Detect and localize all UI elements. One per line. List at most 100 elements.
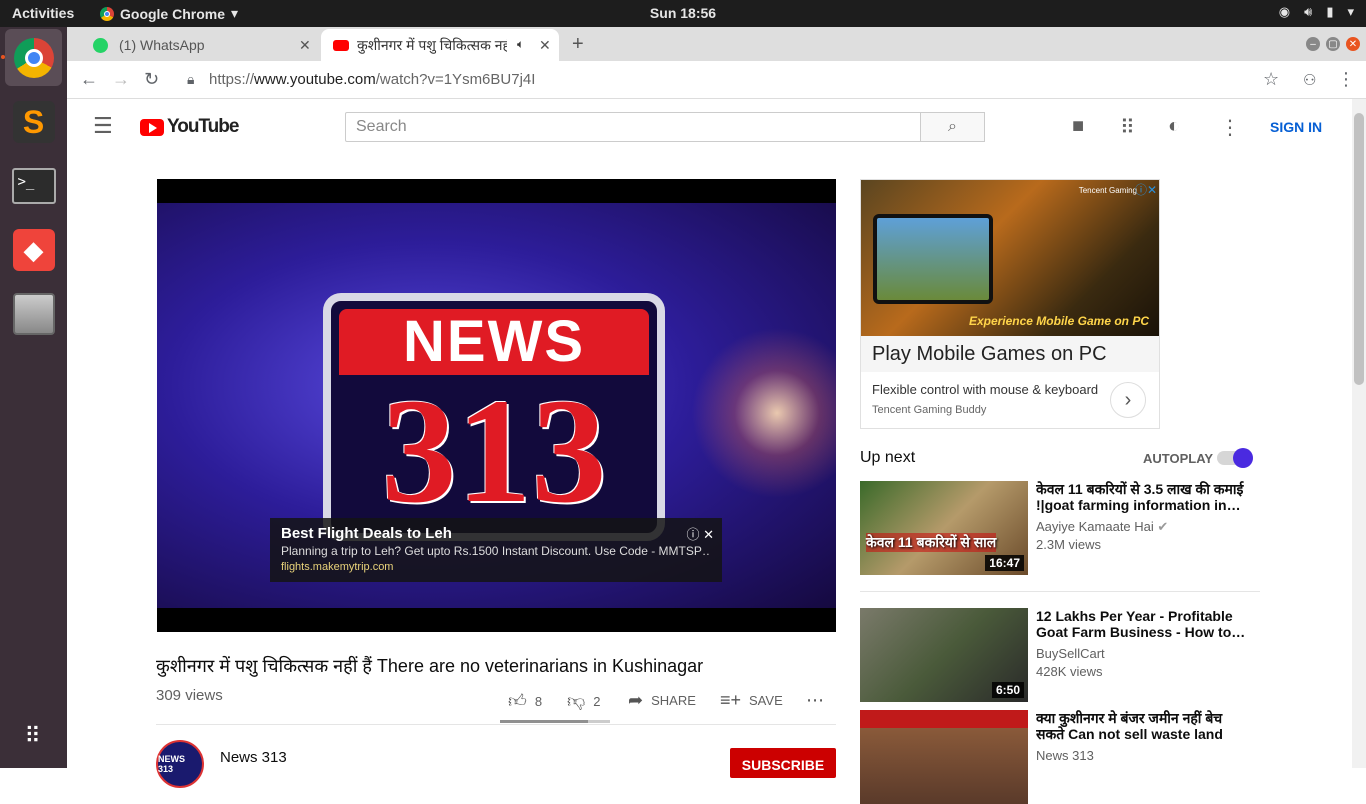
- channel-name[interactable]: News 313: [1036, 748, 1094, 763]
- show-applications-button[interactable]: ⠿: [5, 707, 62, 764]
- autoplay-toggle[interactable]: [1217, 448, 1253, 468]
- video-camera-icon[interactable]: ■: [1072, 115, 1084, 138]
- dock-sublime-text[interactable]: S: [5, 93, 62, 150]
- ubuntu-dock: S >_ ◆ ⠿: [0, 27, 67, 768]
- dock-files[interactable]: [5, 285, 62, 342]
- subscribe-button[interactable]: SUBSCRIBE: [730, 748, 836, 778]
- speaker-icon[interactable]: 🔈︎: [517, 37, 524, 52]
- kebab-menu-icon[interactable]: ⋮: [1337, 69, 1355, 90]
- like-button[interactable]: 👍︎ 8: [508, 690, 542, 712]
- tab-label: कुशीनगर में पशु चिकित्सक नहीं: [357, 36, 507, 53]
- thumbs-down-icon: 👎︎: [567, 691, 586, 711]
- youtube-wordmark: YouTube: [167, 116, 239, 137]
- close-icon[interactable]: ✕: [299, 37, 311, 54]
- tab-label: (1) WhatsApp: [119, 37, 205, 53]
- thumbnail-caption: केवल 11 बकरियों से साल: [866, 533, 997, 552]
- list-item[interactable]: केवल 11 बकरियों से साल 16:47 केवल 11 बकर…: [860, 481, 1260, 575]
- ad-headline[interactable]: Play Mobile Games on PC: [861, 336, 1159, 372]
- dock-anydesk[interactable]: ◆: [5, 221, 62, 278]
- incognito-icon[interactable]: ⚇: [1303, 71, 1316, 89]
- youtube-header: ☰ YouTube Search ⌕ ■ ⠿ ◐ ⋮ SIGN IN: [67, 99, 1352, 155]
- video-title[interactable]: केवल 11 बकरियों से 3.5 लाख की कमाई !|goa…: [1036, 481, 1246, 513]
- chrome-icon: [13, 37, 54, 78]
- duration-badge: 16:47: [985, 555, 1024, 571]
- back-arrow-icon[interactable]: ←: [80, 69, 98, 90]
- chrome-icon: [100, 6, 114, 21]
- video-thumbnail[interactable]: केवल 11 बकरियों से साल 16:47: [860, 481, 1028, 575]
- new-tab-button[interactable]: +: [572, 33, 584, 56]
- ad-image[interactable]: Tencent Gaming Experience Mobile Game on…: [861, 180, 1159, 336]
- channel-name[interactable]: BuySellCart: [1036, 646, 1105, 661]
- ad-choices-icon[interactable]: ⓘ✕: [1135, 181, 1157, 198]
- save-button[interactable]: ≡+ SAVE: [720, 690, 783, 711]
- chevron-right-icon[interactable]: ›: [1110, 382, 1146, 418]
- tab-strip: (1) WhatsApp ✕ कुशीनगर में पशु चिकित्सक …: [67, 27, 1366, 61]
- ad-title[interactable]: Best Flight Deals to Leh: [281, 525, 711, 542]
- channel-avatar[interactable]: NEWS 313: [156, 740, 204, 788]
- share-icon: ➦: [628, 690, 644, 710]
- url-bar[interactable]: https://www.youtube.com/watch?v=1Ysm6BU7…: [209, 71, 535, 88]
- messages-icon[interactable]: ◐: [1168, 115, 1180, 138]
- view-count: 2.3M views: [1036, 537, 1102, 552]
- reload-icon[interactable]: ↻: [144, 69, 159, 90]
- list-item[interactable]: क्या कुशीनगर मे बंजर जमीन नहीं बेच सकते …: [860, 710, 1260, 804]
- youtube-logo[interactable]: YouTube: [140, 116, 239, 138]
- tab-whatsapp[interactable]: (1) WhatsApp ✕: [83, 29, 323, 61]
- minimize-button[interactable]: –: [1306, 37, 1320, 51]
- video-thumbnail[interactable]: 6:50: [860, 608, 1028, 702]
- video-title[interactable]: 12 Lakhs Per Year - Profitable Goat Farm…: [1036, 608, 1246, 640]
- autoplay-label: AUTOPLAY: [1143, 451, 1214, 466]
- dock-chrome[interactable]: [5, 29, 62, 86]
- more-horiz-icon: ⋯: [806, 690, 824, 710]
- page-scrollbar[interactable]: [1352, 99, 1366, 768]
- system-tray[interactable]: ◉ 🔊︎ ▮ ▾: [1279, 4, 1354, 20]
- close-icon[interactable]: ⓘ ✕: [686, 524, 714, 543]
- video-ad-overlay[interactable]: Best Flight Deals to Leh Planning a trip…: [270, 518, 722, 582]
- video-title[interactable]: क्या कुशीनगर मे बंजर जमीन नहीं बेच सकते …: [1036, 710, 1246, 744]
- video-player[interactable]: NEWS 313 Best Flight Deals to Leh Planni…: [157, 179, 836, 632]
- star-icon[interactable]: ☆: [1263, 69, 1279, 90]
- settings-menu-icon[interactable]: ⋮: [1220, 115, 1240, 140]
- news-313-logo: NEWS 313: [323, 293, 665, 541]
- hamburger-menu-icon[interactable]: ☰: [93, 113, 113, 139]
- maximize-button[interactable]: ▢: [1326, 37, 1340, 51]
- tab-youtube-video[interactable]: कुशीनगर में पशु चिकित्सक नहीं 🔈︎ ✕: [321, 29, 559, 61]
- app-menu[interactable]: Google Chrome ▾: [100, 5, 238, 22]
- system-top-bar: Activities Google Chrome ▾ Sun 18:56 ◉ 🔊…: [0, 0, 1366, 27]
- view-count: 309 views: [156, 687, 223, 704]
- channel-name[interactable]: Aayiye Kamaate Hai ✔︎: [1036, 519, 1168, 535]
- phone-illustration: [873, 214, 993, 304]
- close-window-button[interactable]: ✕: [1346, 37, 1360, 51]
- activities-button[interactable]: Activities: [12, 5, 74, 21]
- ad-brand: Tencent Gaming: [1078, 186, 1137, 195]
- like-count: 8: [534, 693, 543, 709]
- scrollbar-thumb[interactable]: [1354, 113, 1364, 385]
- clock[interactable]: Sun 18:56: [650, 5, 716, 21]
- forward-arrow-icon[interactable]: →: [112, 69, 130, 90]
- list-item[interactable]: 6:50 12 Lakhs Per Year - Profitable Goat…: [860, 608, 1260, 702]
- channel-name[interactable]: News 313: [220, 749, 287, 766]
- url-prefix: https://: [209, 71, 255, 88]
- more-actions-button[interactable]: ⋯: [806, 690, 824, 711]
- dislike-button[interactable]: 👎︎ 2: [567, 690, 601, 712]
- whatsapp-icon: [93, 38, 108, 53]
- terminal-icon: >_: [11, 167, 56, 204]
- sign-in-button[interactable]: SIGN IN: [1270, 119, 1322, 135]
- search-button[interactable]: ⌕: [920, 112, 985, 142]
- share-button[interactable]: ➦ SHARE: [628, 690, 696, 711]
- youtube-play-icon: [140, 118, 164, 136]
- search-input[interactable]: Search: [345, 112, 921, 142]
- logo-number: 313: [381, 368, 607, 534]
- lock-icon[interactable]: 🔒︎: [187, 71, 194, 88]
- url-path: /watch?v=1Ysm6BU7j4I: [375, 71, 536, 88]
- video-thumbnail[interactable]: [860, 710, 1028, 804]
- sidebar-ad[interactable]: Tencent Gaming Experience Mobile Game on…: [860, 179, 1160, 429]
- light-flare: [677, 313, 836, 513]
- app-menu-label: Google Chrome: [120, 5, 226, 22]
- apps-grid-icon[interactable]: ⠿: [1120, 115, 1135, 140]
- ad-url[interactable]: flights.makemytrip.com: [281, 561, 711, 573]
- anydesk-icon: ◆: [12, 228, 55, 271]
- dock-terminal[interactable]: >_: [5, 157, 62, 214]
- divider: [156, 724, 836, 725]
- close-icon[interactable]: ✕: [539, 37, 551, 54]
